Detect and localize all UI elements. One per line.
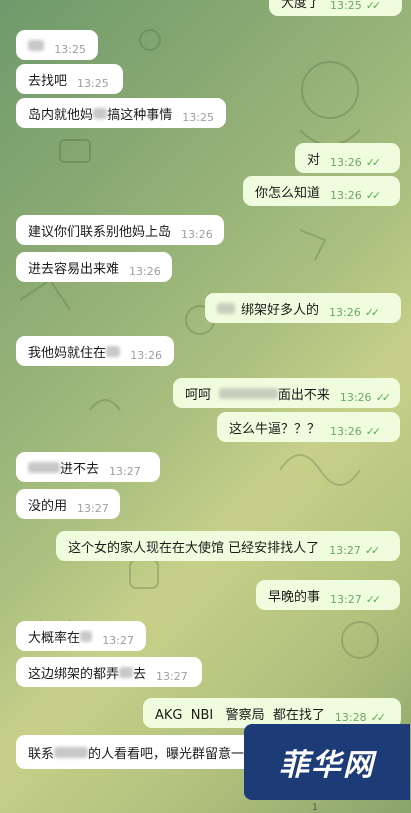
message-bubble[interactable]: 大度了 13:25 ✓✓ [269, 0, 402, 16]
message-time: 13:27 [102, 633, 134, 647]
message-text: 建议你们联系别他妈上岛 [28, 224, 172, 240]
message-text: 去找吧 [28, 73, 68, 89]
message-bubble[interactable]: 进不去 13:27 [16, 452, 160, 482]
message-text-suffix: 绑架好多人的 [241, 302, 320, 318]
message-time: 13:26 [130, 348, 162, 362]
watermark-text: 菲华网 [279, 748, 375, 783]
message-text: 你怎么知道 [255, 185, 321, 201]
double-check-icon: ✓✓ [364, 543, 381, 557]
message-time: 13:26 [330, 424, 362, 438]
message-bubble[interactable]: 这个女的家人现在在大使馆 已经安排找人了 13:27 ✓✓ [56, 531, 400, 561]
message-text-suffix: 进不去 [60, 461, 100, 477]
message-time: 13:26 [329, 305, 361, 319]
message-text: 进去容易出来难 [28, 261, 120, 277]
redacted-text [28, 39, 45, 51]
message-bubble[interactable]: 岛内就他妈 搞这种事情 13:25 [16, 98, 226, 128]
message-time: 13:26 [339, 390, 372, 404]
site-watermark: 菲华网 [244, 724, 410, 800]
message-bubble[interactable]: 呵呵 面出不来 13:26 ✓✓ [173, 378, 400, 408]
message-bubble[interactable]: 建议你们联系别他妈上岛 13:26 [16, 215, 224, 245]
message-time: 13:26 [181, 227, 213, 241]
message-bubble[interactable]: 去找吧 13:25 [16, 64, 123, 94]
message-time: 13:26 [330, 188, 362, 202]
chat-area[interactable]: 大度了 13:25 ✓✓ 13:25 去找吧 13:25 岛内就他妈 搞这种事情… [0, 0, 411, 813]
message-bubble[interactable]: 进去容易出来难 13:26 [16, 252, 172, 282]
message-time: 13:27 [330, 592, 362, 606]
redacted-text [54, 746, 89, 758]
message-text: 这边绑架的都弄 [28, 666, 120, 682]
message-text-suffix: 去 [133, 666, 147, 682]
message-time: 13:25 [77, 76, 109, 90]
message-bubble[interactable]: 没的用 13:27 [16, 489, 120, 519]
message-time: 13:26 [330, 155, 362, 169]
message-text: 这个女的家人现在在大使馆 已经安排找人了 [68, 540, 320, 556]
message-text: 没的用 [28, 498, 68, 514]
message-bubble[interactable]: 你怎么知道 13:26 ✓✓ [243, 176, 400, 206]
message-text-suffix: 搞这种事情 [107, 107, 173, 123]
message-bubble[interactable]: 绑架好多人的 13:26 ✓✓ [205, 293, 401, 323]
double-check-icon: ✓✓ [365, 188, 382, 202]
message-time: 13:27 [77, 501, 109, 515]
unread-counter[interactable]: 1 [300, 803, 330, 813]
redacted-text [28, 461, 60, 473]
message-text-suffix: 面出不来 [277, 387, 330, 403]
message-bubble[interactable]: 对 13:26 ✓✓ [295, 143, 400, 173]
message-text-suffix: 的人看看吧，曝光群留意一下 [88, 746, 258, 762]
message-time: 13:27 [156, 669, 188, 683]
message-time: 13:28 [334, 710, 367, 724]
redacted-text [119, 666, 134, 678]
message-text: 我他妈就住在 [28, 345, 107, 361]
redacted-text [106, 345, 121, 357]
redacted-text [219, 387, 278, 399]
message-text: 大度了 [281, 0, 321, 11]
double-check-icon: ✓✓ [365, 0, 382, 12]
message-time: 13:26 [129, 264, 161, 278]
message-time: 13:25 [330, 0, 362, 12]
message-text: 对 [307, 152, 321, 168]
message-bubble[interactable]: 这边绑架的都弄 去 13:27 [16, 657, 202, 687]
double-check-icon: ✓✓ [365, 424, 382, 438]
message-bubble[interactable]: 我他妈就住在 13:26 [16, 336, 174, 366]
message-bubble[interactable]: 联系 的人看看吧，曝光群留意一下 [16, 735, 276, 769]
message-time: 13:25 [182, 110, 214, 124]
message-bubble[interactable]: 大概率在 13:27 [16, 621, 146, 651]
message-time: 13:25 [54, 42, 86, 56]
message-text: AKG NBI 警察局 都在找了 [155, 707, 325, 723]
message-text: 联系 [28, 746, 55, 762]
message-bubble[interactable]: 13:25 [16, 30, 98, 60]
message-text: 呵呵 [185, 387, 212, 403]
message-time: 13:27 [329, 543, 361, 557]
double-check-icon: ✓✓ [365, 592, 382, 606]
message-text: 这么牛逼？？？ [229, 421, 321, 437]
redacted-text [80, 630, 93, 642]
message-bubble[interactable]: 这么牛逼？？？ 13:26 ✓✓ [217, 412, 400, 442]
message-text: 岛内就他妈 [28, 107, 94, 123]
message-bubble[interactable]: 早晚的事 13:27 ✓✓ [256, 580, 400, 610]
redacted-text [93, 107, 108, 119]
double-check-icon: ✓✓ [365, 155, 382, 169]
double-check-icon: ✓✓ [364, 305, 381, 319]
message-text: 大概率在 [28, 630, 81, 646]
message-text: 早晚的事 [268, 589, 321, 605]
double-check-icon: ✓✓ [375, 390, 392, 404]
message-time: 13:27 [109, 464, 141, 478]
double-check-icon: ✓✓ [370, 710, 387, 724]
redacted-text [217, 302, 235, 314]
